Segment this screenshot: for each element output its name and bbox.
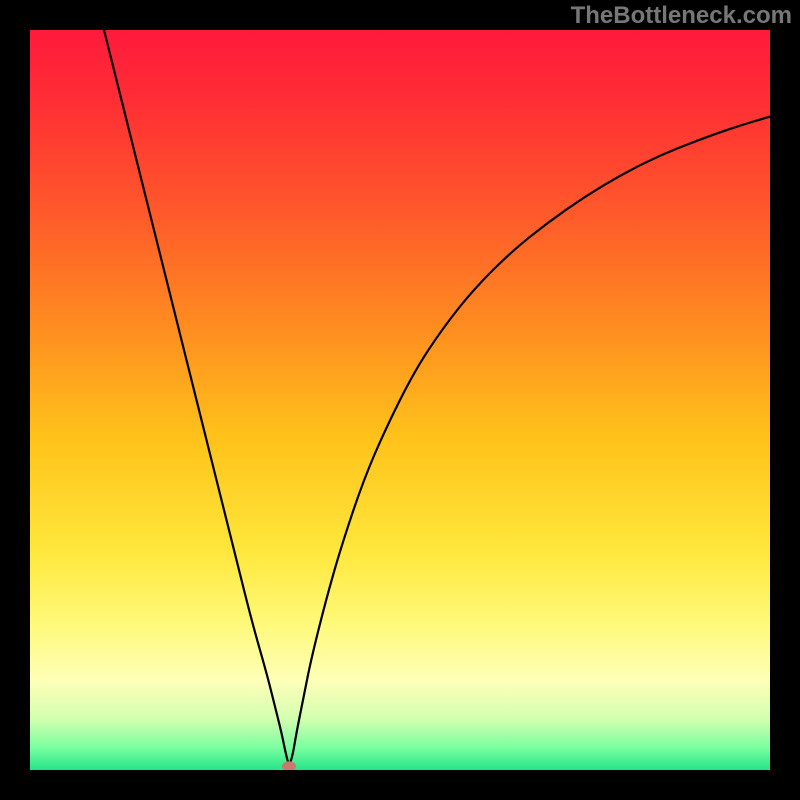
watermark-text: TheBottleneck.com — [571, 2, 792, 30]
chart-container: TheBottleneck.com — [0, 0, 800, 800]
plot-area — [30, 30, 770, 770]
chart-svg — [30, 30, 770, 770]
